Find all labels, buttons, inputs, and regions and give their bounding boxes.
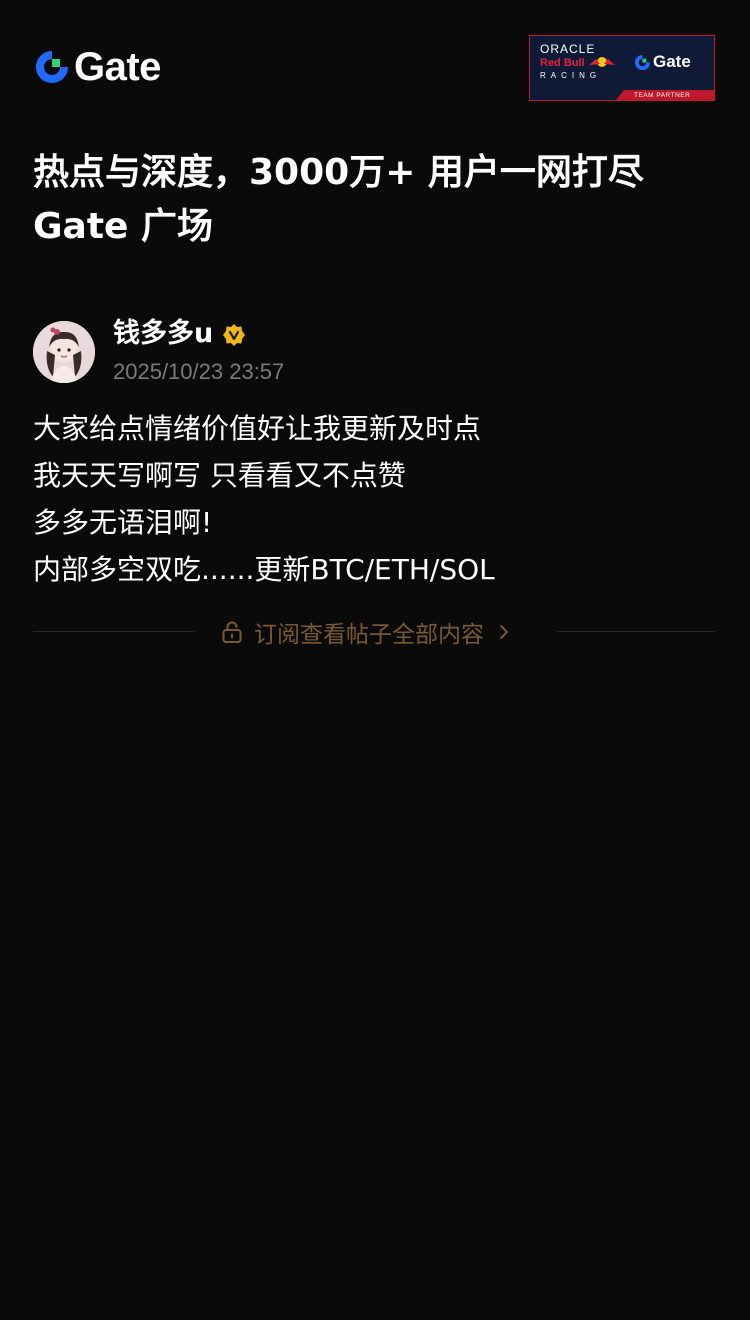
partner-redbull-text: Red Bull <box>540 57 585 69</box>
post-text-line: 我天天写啊写 只看看又不点赞 <box>33 459 406 492</box>
subscribe-label: 订阅查看帖子全部内容 <box>254 622 484 648</box>
page-headline: 热点与深度，3000万+ 用户一网打尽 Gate 广场 <box>33 146 723 254</box>
chevron-right-icon <box>500 625 508 639</box>
post-text-line: 大家给点情绪价值好让我更新及时点 <box>33 412 482 445</box>
post-text-line: 内部多空双吃......更新BTC/ETH/SOL <box>33 553 495 586</box>
post-author: 钱多多u 2025/10/23 23:57 <box>33 318 723 388</box>
post-text-line: 多多无语泪啊! <box>33 506 213 539</box>
post-content: 大家给点情绪价值好让我更新及时点 我天天写啊写 只看看又不点赞 多多无语泪啊! … <box>33 405 723 593</box>
divider-line-left <box>33 631 195 632</box>
lock-icon <box>222 621 242 643</box>
avatar-image <box>33 321 95 383</box>
team-partner-label: TEAM PARTNER <box>634 92 691 99</box>
team-partner-badge: ORACLE Red Bull RACING Gate TEAM PARTNER <box>529 35 715 101</box>
gate-logo-text: Gate <box>74 45 161 89</box>
subscribe-to-view-link[interactable]: 订阅查看帖子全部内容 <box>220 612 512 652</box>
verified-badge-icon <box>223 324 245 346</box>
headline-line-1: 热点与深度，3000万+ 用户一网打尽 <box>33 152 644 193</box>
author-name[interactable]: 钱多多u <box>113 318 213 350</box>
partner-gate-logo: Gate <box>634 52 691 72</box>
gate-logo-icon <box>36 51 68 83</box>
gate-logo-icon <box>634 54 651 70</box>
red-bull-icon <box>589 57 615 67</box>
divider-line-right <box>556 631 716 632</box>
avatar[interactable] <box>33 321 95 383</box>
paywall-divider: 订阅查看帖子全部内容 <box>33 612 716 652</box>
headline-line-2: Gate 广场 <box>33 206 214 247</box>
partner-racing-text: RACING <box>540 71 602 80</box>
partner-oracle-text: ORACLE <box>540 42 596 56</box>
app-header: Gate ORACLE Red Bull RACING Gate TEAM PA… <box>0 0 750 130</box>
post-timestamp: 2025/10/23 23:57 <box>113 359 285 384</box>
partner-gate-text: Gate <box>653 52 691 71</box>
gate-logo[interactable]: Gate <box>34 46 161 88</box>
